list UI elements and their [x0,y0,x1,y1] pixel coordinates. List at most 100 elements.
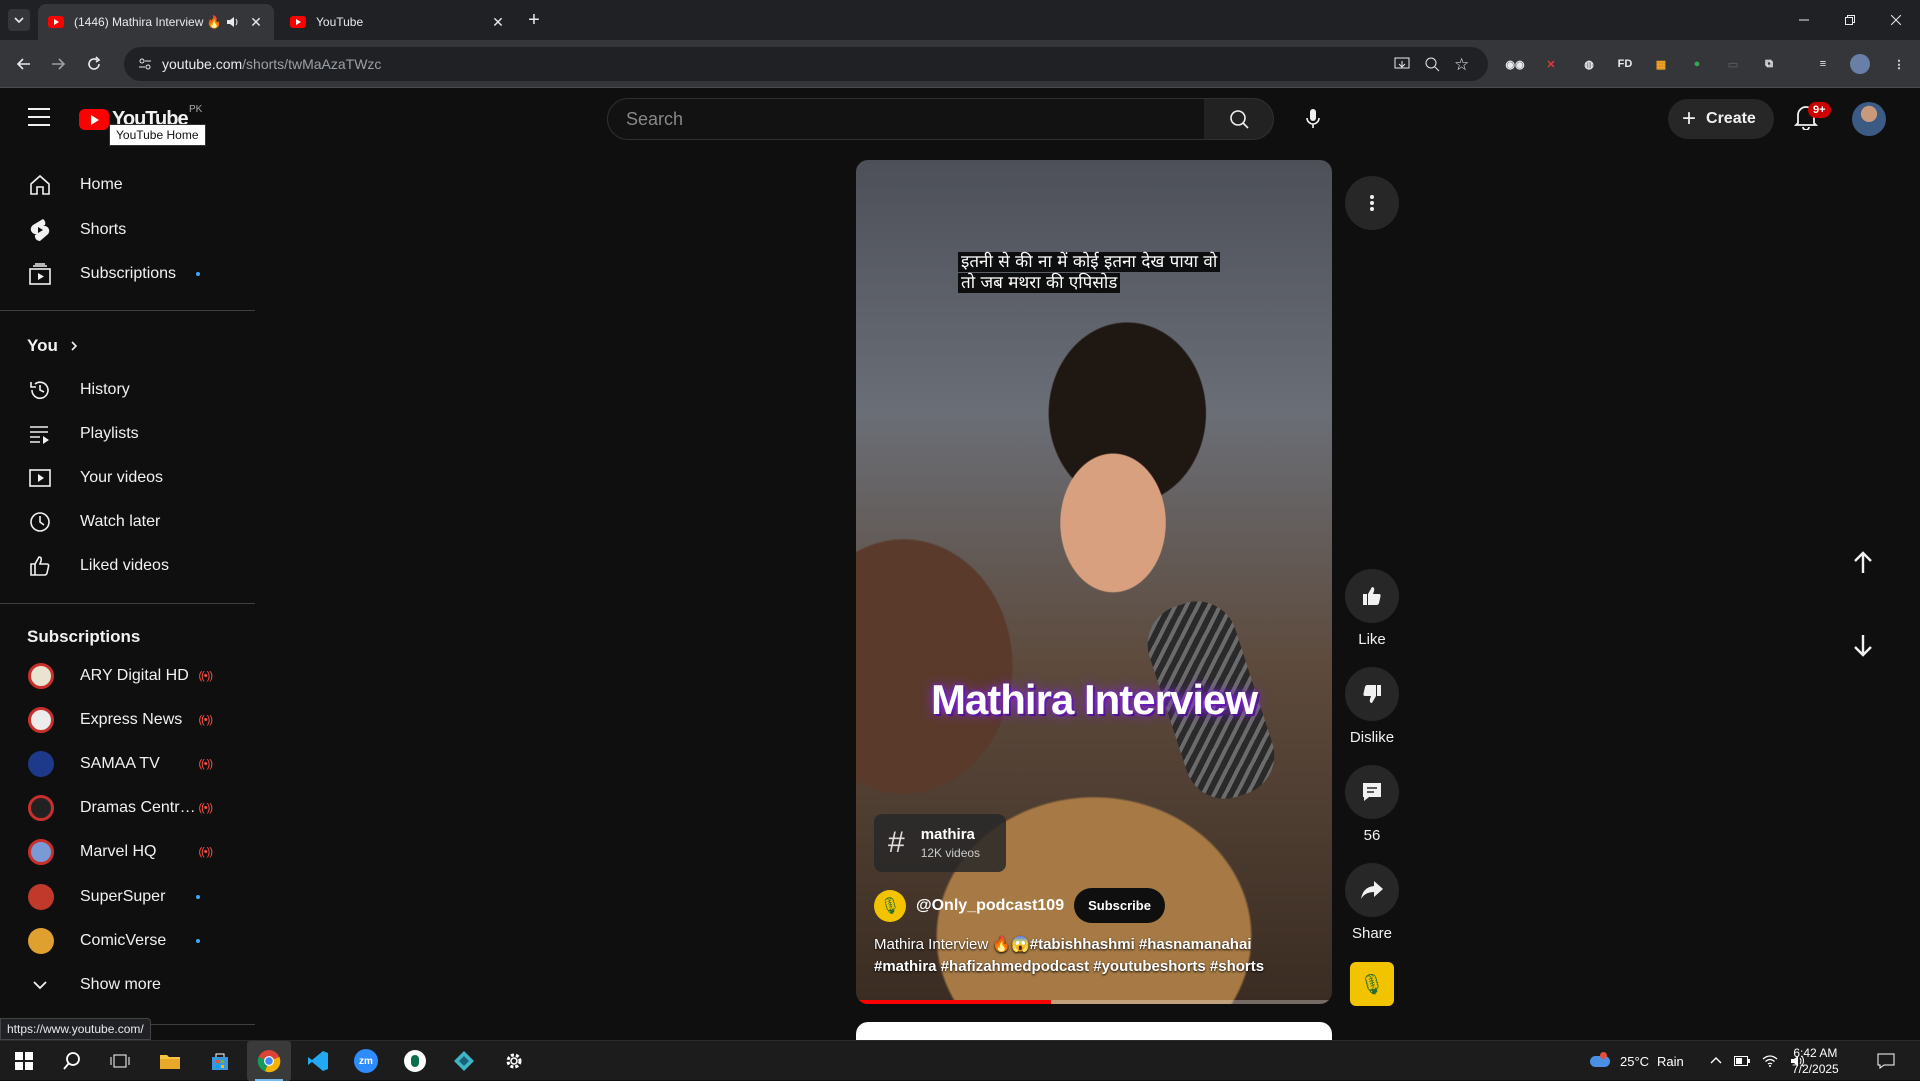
profile-avatar-icon[interactable] [1850,54,1870,74]
share-button[interactable] [1345,863,1399,917]
tab-search-button[interactable] [8,9,30,31]
taskbar-search-icon[interactable] [58,1047,86,1075]
minimize-icon[interactable] [1792,8,1816,32]
comments-action[interactable]: 56 [1345,765,1399,844]
extension-glasses-icon[interactable]: ◉◉ [1505,55,1524,73]
settings-gear-icon[interactable] [500,1047,528,1075]
sidebar-you-heading[interactable]: You [27,336,80,356]
more-vert-icon[interactable] [1345,176,1399,230]
chrome-taskbar-icon[interactable] [247,1041,291,1081]
your-videos-icon [28,466,52,490]
browser-tab-mathira[interactable]: (1446) Mathira Interview 🔥 ✕ [38,4,274,40]
sidebar-item-history[interactable]: History [12,370,240,410]
sidebar-item-label: Shorts [80,221,127,238]
weather-description: Rain [1657,1053,1684,1069]
comments-button[interactable] [1345,765,1399,819]
create-button[interactable]: + Create [1668,99,1774,139]
sidebar-channel-express-news[interactable]: Express News ((•)) [12,700,240,740]
sidebar-item-playlists[interactable]: Playlists [12,414,240,454]
address-bar[interactable]: youtube.com/shorts/twMaAzaTWzc ☆ [124,47,1488,81]
sidebar-item-watch-later[interactable]: Watch later [12,502,240,542]
sidebar-item-shorts[interactable]: Shorts [12,210,240,250]
sidebar-channel-supersuper[interactable]: SuperSuper [12,877,240,917]
more-menu-icon[interactable]: ⋮ [1890,55,1908,73]
new-tab-button[interactable]: + [524,10,544,30]
sidebar-channel-ary-digital[interactable]: ARY Digital HD ((•)) [12,656,240,696]
restore-icon[interactable] [1838,8,1862,32]
share-action[interactable]: Share [1345,863,1399,942]
weather-rain-icon [1590,1052,1612,1070]
account-avatar[interactable] [1852,102,1886,136]
video-description[interactable]: Mathira Interview 🔥😱#tabishhashmi #hasna… [874,934,1294,978]
extension-cast-icon[interactable]: ▭ [1724,55,1742,73]
channel-mic-avatar-icon[interactable]: 🎙 [874,889,906,922]
menu-icon[interactable] [28,108,50,126]
media-control-icon[interactable]: ≡ [1814,55,1832,73]
hashtag-chip[interactable]: # mathira 12K videos [874,814,1006,872]
zoom-app-icon[interactable]: zm [352,1047,380,1075]
next-short-preview[interactable] [856,1022,1332,1042]
video-progress-bar[interactable] [856,1000,1332,1004]
windows-taskbar: zm 25°C Rain 6:42 AM 7/2/2025 [0,1040,1920,1081]
forward-icon[interactable] [46,52,70,76]
sidebar-channel-dramas-central[interactable]: Dramas Central ... ((•)) [12,788,240,828]
previous-short-arrow-icon[interactable] [1845,545,1881,581]
sidebar-channel-samaa-tv[interactable]: SAMAA TV ((•)) [12,744,240,784]
like-button[interactable] [1345,569,1399,623]
sidebar-show-more[interactable]: Show more [12,965,240,1005]
wifi-icon[interactable] [1762,1055,1778,1067]
extension-fd-icon[interactable]: FD [1616,55,1634,73]
weather-widget[interactable]: 25°C Rain [1590,1041,1684,1081]
tab-close-icon[interactable]: ✕ [490,14,506,30]
more-actions[interactable] [1345,176,1399,230]
bookmark-star-icon[interactable]: ☆ [1454,55,1469,75]
search-input[interactable]: Search [607,98,1205,140]
extension-grid-icon[interactable]: ▦ [1652,55,1670,73]
like-action[interactable]: Like [1345,569,1399,648]
back-icon[interactable] [12,52,36,76]
taskbar-clock[interactable]: 6:42 AM 7/2/2025 [1792,1045,1839,1077]
subscribe-button[interactable]: Subscribe [1074,888,1165,923]
vscode-icon[interactable] [304,1047,332,1075]
extension-green-icon[interactable]: ● [1688,55,1706,73]
app-drop-icon[interactable] [401,1047,429,1075]
sidebar-item-liked-videos[interactable]: Liked videos [12,546,240,586]
extensions-puzzle-icon[interactable]: ⧉ [1760,55,1778,73]
channel-thumbnail-mic-icon[interactable]: 🎙 [1350,962,1394,1006]
zoom-icon[interactable] [1424,56,1440,72]
install-app-icon[interactable] [1394,56,1410,72]
notification-center-icon[interactable] [1872,1047,1900,1075]
tab-close-icon[interactable]: ✕ [248,14,264,30]
live-indicator-icon: ((•)) [198,714,212,726]
sidebar-item-your-videos[interactable]: Your videos [12,458,240,498]
voice-search-button[interactable] [1292,98,1334,140]
speaker-icon[interactable] [226,16,240,28]
app-diamond-icon[interactable] [450,1047,478,1075]
dislike-action[interactable]: Dislike [1345,667,1399,746]
channel-avatar [28,928,54,954]
reload-icon[interactable] [82,52,106,76]
sidebar-item-subscriptions[interactable]: Subscriptions [12,254,240,294]
next-short-arrow-icon[interactable] [1845,627,1881,663]
dislike-button[interactable] [1345,667,1399,721]
shorts-video-player[interactable]: इतनी से की ना में कोई इतना देख पाया वो त… [856,160,1332,1004]
channel-avatar [28,795,54,821]
sidebar-channel-marvel-hq[interactable]: Marvel HQ ((•)) [12,832,240,872]
microsoft-store-icon[interactable] [206,1047,234,1075]
channel-handle[interactable]: @Only_podcast109 [916,897,1064,915]
subtitle-line-1: इतनी से की ना में कोई इतना देख पाया वो [958,252,1221,272]
search-button[interactable] [1204,98,1274,140]
tray-chevron-up-icon[interactable] [1710,1055,1722,1067]
extension-globe-icon[interactable]: ◍ [1580,55,1598,73]
file-explorer-icon[interactable] [156,1047,184,1075]
extension-x-icon[interactable]: ✕ [1542,55,1560,73]
browser-tab-youtube[interactable]: YouTube ✕ [280,4,516,40]
task-view-icon[interactable] [106,1047,134,1075]
battery-icon[interactable] [1734,1056,1750,1066]
sidebar-channel-comicverse[interactable]: ComicVerse [12,921,240,961]
site-info-icon[interactable] [138,57,152,71]
new-content-dot [196,895,200,899]
close-window-icon[interactable] [1884,8,1908,32]
windows-start-icon[interactable] [10,1047,38,1075]
sidebar-item-home[interactable]: Home [12,165,240,205]
